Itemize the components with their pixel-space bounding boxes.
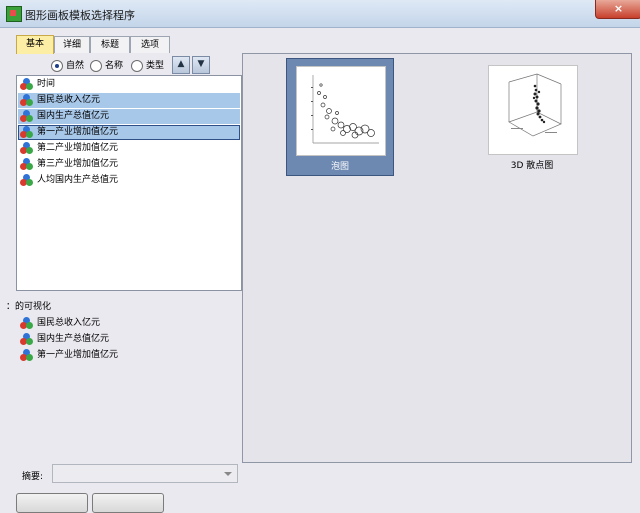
variable-row[interactable]: 第二产业增加值亿元 — [18, 141, 240, 156]
scale-variable-icon — [20, 332, 33, 345]
scale-variable-icon — [20, 316, 33, 329]
window-title: 图形画板模板选择程序 — [25, 9, 135, 22]
summary-label: 摘要: — [22, 472, 44, 482]
radio-off-icon — [90, 59, 102, 72]
chart-card-3d-scatter[interactable]: 3D 散点图 — [479, 58, 585, 174]
variable-list[interactable]: 时间 国民总收入亿元 国内生产总值亿元 第一产业增加值亿元 第二产业增加值亿元 … — [16, 75, 242, 291]
variable-row[interactable]: 国民总收入亿元 — [18, 93, 240, 108]
bubble-chart-thumbnail-icon — [296, 66, 386, 156]
scale-variable-icon — [20, 157, 33, 170]
visualization-item: 国内生产总值亿元 — [18, 332, 109, 346]
sort-ascending-button[interactable]: ▲ — [172, 56, 190, 74]
visualization-item: 第一产业增加值亿元 — [18, 348, 118, 362]
summary-dropdown[interactable] — [52, 464, 238, 483]
chart-label: 3D 散点图 — [510, 161, 554, 171]
variable-row[interactable]: 国内生产总值亿元 — [18, 109, 240, 124]
scale-variable-icon — [20, 77, 33, 90]
sort-natural-radio[interactable]: 自然 — [51, 59, 84, 73]
variable-row[interactable]: 第一产业增加值亿元 — [18, 125, 240, 140]
app-icon — [6, 6, 22, 22]
tab-basic[interactable]: 基本 — [16, 35, 54, 54]
visualization-heading: ：的可视化 — [6, 302, 52, 312]
sort-type-radio[interactable]: 类型 — [131, 59, 164, 73]
bottom-button[interactable] — [16, 493, 88, 513]
bottom-button[interactable] — [92, 493, 164, 513]
tab-details[interactable]: 详细 — [54, 36, 90, 53]
chart-label: 泡图 — [330, 162, 349, 172]
radio-off-icon — [131, 59, 143, 72]
close-button[interactable]: × — [595, 0, 640, 19]
title-bar: 图形画板模板选择程序 — [0, 0, 640, 28]
tab-options[interactable]: 选项 — [130, 36, 170, 53]
scale-variable-icon — [20, 348, 33, 361]
scale-variable-icon — [20, 109, 33, 122]
tab-titles[interactable]: 标题 — [90, 36, 130, 53]
variable-row[interactable]: 第三产业增加值亿元 — [18, 157, 240, 172]
chart-gallery: 泡图 3D 散点图 — [242, 53, 632, 463]
radio-on-icon — [51, 59, 63, 72]
scale-variable-icon — [20, 125, 33, 138]
visualization-item: 国民总收入亿元 — [18, 316, 100, 330]
variable-row[interactable]: 时间 — [18, 77, 240, 92]
3d-scatter-thumbnail-icon — [488, 65, 578, 155]
variable-row[interactable]: 人均国内生产总值元 — [18, 173, 240, 188]
scale-variable-icon — [20, 173, 33, 186]
scale-variable-icon — [20, 141, 33, 154]
sort-descending-button[interactable]: ▼ — [192, 56, 210, 74]
sort-name-radio[interactable]: 名称 — [90, 59, 123, 73]
variable-panel: 自然 名称 类型 ▲ ▼ 时间 国民总收入亿元 国内生产总值亿元 第一产业增加值… — [16, 53, 242, 461]
chart-card-bubble[interactable]: 泡图 — [286, 58, 394, 176]
scale-variable-icon — [20, 93, 33, 106]
